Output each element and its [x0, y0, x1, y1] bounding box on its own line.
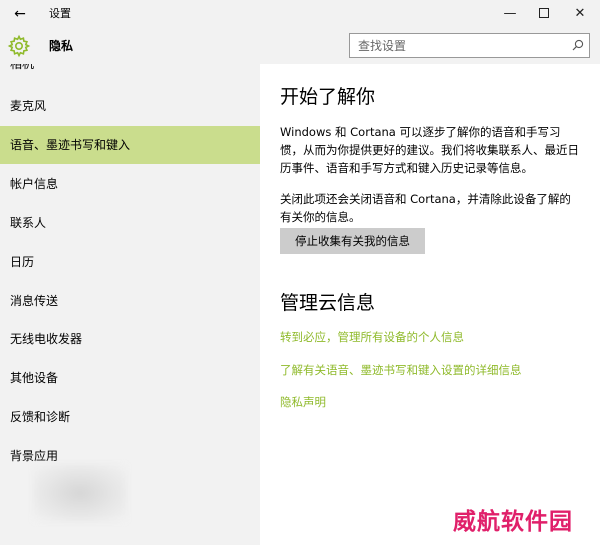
- description-paragraph: Windows 和 Cortana 可以逐步了解你的语音和手写习惯，从而为你提供…: [280, 125, 579, 175]
- sidebar-item-label: 背景应用: [10, 449, 59, 463]
- page-title: 隐私: [49, 39, 74, 53]
- sidebar-item-label: 麦克风: [10, 99, 47, 113]
- section-title-cloud-info: 管理云信息: [280, 292, 376, 314]
- sidebar-item-calendar[interactable]: 日历: [0, 243, 260, 281]
- main-content: 开始了解你 Windows 和 Cortana 可以逐步了解你的语音和手写习惯，…: [260, 64, 600, 545]
- sidebar-item-label: 其他设备: [10, 371, 59, 385]
- sidebar-item-messaging[interactable]: 消息传送: [0, 282, 260, 320]
- sidebar-item-camera[interactable]: 相机: [0, 64, 260, 76]
- sidebar-item-speech-inking-typing[interactable]: 语音、墨迹书写和键入: [0, 126, 260, 164]
- link-privacy-statement[interactable]: 隐私声明: [280, 394, 326, 410]
- link-bing-manage[interactable]: 转到必应，管理所有设备的个人信息: [280, 329, 464, 345]
- stop-collecting-button[interactable]: 停止收集有关我的信息: [280, 228, 425, 254]
- sidebar-item-contacts[interactable]: 联系人: [0, 204, 260, 242]
- link-learn-more[interactable]: 了解有关语音、墨迹书写和键入设置的详细信息: [280, 362, 522, 378]
- sidebar-item-microphone[interactable]: 麦克风: [0, 87, 260, 125]
- search-input[interactable]: [350, 34, 565, 57]
- search-box[interactable]: [349, 33, 590, 58]
- gear-icon: [7, 34, 31, 58]
- sidebar-item-feedback-diagnostics[interactable]: 反馈和诊断: [0, 398, 260, 436]
- sidebar-item-label: 无线电收发器: [10, 332, 83, 346]
- title-bar: ← 设置 — ✕: [0, 0, 600, 28]
- maximize-icon[interactable]: [527, 0, 561, 28]
- watermark: 威航软件园: [453, 509, 573, 535]
- page-header: 隐私: [0, 28, 600, 64]
- sidebar-item-label: 帐户信息: [10, 177, 59, 191]
- sidebar-item-account-info[interactable]: 帐户信息: [0, 165, 260, 203]
- section-title-get-to-know-you: 开始了解你: [280, 86, 376, 108]
- sidebar-item-label: 日历: [10, 255, 35, 269]
- close-icon[interactable]: ✕: [563, 0, 597, 28]
- sidebar-item-label: 联系人: [10, 216, 47, 230]
- search-icon[interactable]: [572, 39, 584, 51]
- blurred-region: [33, 464, 127, 522]
- sidebar-item-label: 语音、墨迹书写和键入: [10, 138, 131, 152]
- sidebar-item-label: 反馈和诊断: [10, 410, 71, 424]
- sidebar: 相机 麦克风 语音、墨迹书写和键入 帐户信息 联系人 日历 消息传送 无线电收发…: [0, 64, 260, 545]
- warning-paragraph: 关闭此项还会关闭语音和 Cortana，并清除此设备了解的有关你的信息。: [280, 192, 571, 224]
- sidebar-item-radios[interactable]: 无线电收发器: [0, 320, 260, 358]
- sidebar-item-label: 消息传送: [10, 294, 59, 308]
- sidebar-item-label: 相机: [10, 64, 35, 71]
- back-arrow-icon[interactable]: ←: [8, 3, 32, 25]
- window-title: 设置: [49, 7, 71, 20]
- minimize-icon[interactable]: —: [493, 0, 527, 28]
- sidebar-item-other-devices[interactable]: 其他设备: [0, 359, 260, 397]
